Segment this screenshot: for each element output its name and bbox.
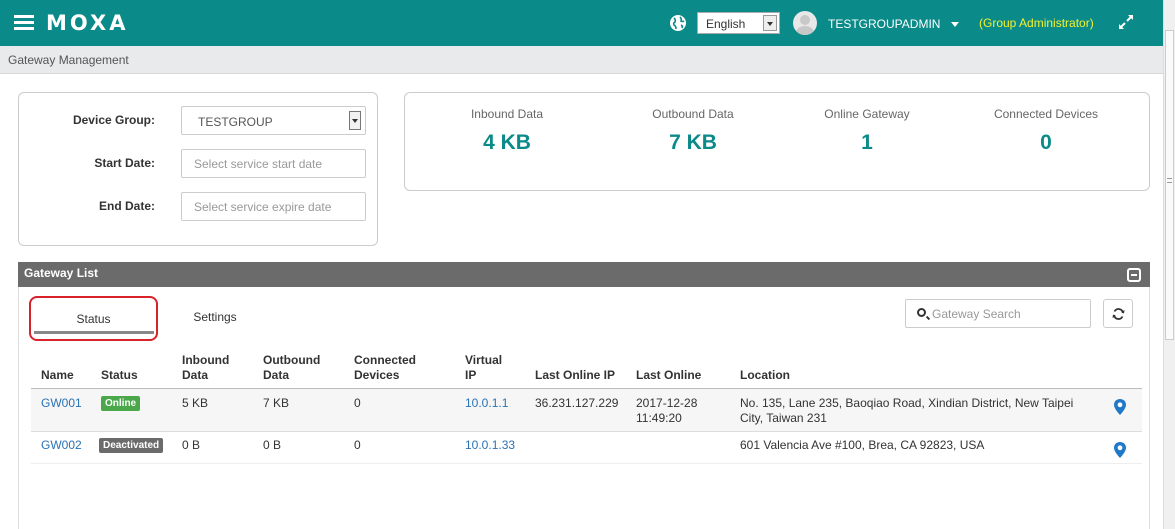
last-online-ip: 36.231.127.229 bbox=[535, 396, 619, 410]
outbound-data: 0 B bbox=[263, 438, 282, 452]
map-pin-icon[interactable] bbox=[1113, 398, 1127, 416]
connected-devices: 0 bbox=[354, 396, 361, 410]
stat-value: 0 bbox=[1040, 131, 1052, 154]
column-header-inbound[interactable]: Inbound Data bbox=[182, 353, 229, 383]
end-date-label: End Date: bbox=[98, 199, 155, 213]
stats-card: Inbound Data 4 KB Outbound Data 7 KB Onl… bbox=[404, 92, 1150, 191]
stat-value: 4 KB bbox=[483, 131, 531, 154]
user-role: (Group Administrator) bbox=[979, 16, 1094, 30]
gateway-name-link[interactable]: GW001 bbox=[41, 396, 82, 411]
device-group-select[interactable]: TESTGROUP bbox=[181, 106, 366, 135]
stat-value: 7 KB bbox=[669, 131, 717, 154]
stat-label: Online Gateway bbox=[824, 107, 910, 121]
gateway-list-header: Gateway List bbox=[18, 262, 1150, 287]
column-header-virtual-ip[interactable]: Virtual IP bbox=[465, 353, 502, 383]
stat-connected-devices: Connected Devices 0 bbox=[953, 107, 1139, 155]
inbound-data: 0 B bbox=[182, 438, 201, 452]
virtual-ip-link[interactable]: 10.0.1.1 bbox=[465, 396, 508, 411]
column-header-location[interactable]: Location bbox=[740, 368, 790, 383]
app-root: MOXA English TESTGROUPADMIN (Group Admin… bbox=[0, 0, 1175, 529]
location-line1: 601 Valencia Ave #100, Brea, CA 92823, U… bbox=[740, 438, 985, 452]
tab-status[interactable]: Status bbox=[29, 296, 158, 341]
breadcrumb: Gateway Management bbox=[0, 46, 1163, 74]
search-icon bbox=[917, 308, 926, 317]
location-line2: City, Taiwan 231 bbox=[740, 411, 827, 425]
stat-outbound-data: Outbound Data 7 KB bbox=[600, 107, 786, 155]
refresh-button[interactable] bbox=[1103, 299, 1133, 328]
scrollbar-thumb[interactable] bbox=[1165, 30, 1174, 340]
start-date-label: Start Date: bbox=[94, 156, 155, 170]
last-online-date: 2017-12-28 bbox=[636, 396, 698, 410]
top-bar: MOXA English TESTGROUPADMIN (Group Admin… bbox=[0, 0, 1163, 46]
inbound-data: 5 KB bbox=[182, 396, 209, 410]
device-group-label: Device Group: bbox=[72, 113, 155, 127]
moxa-logo: MOXA bbox=[46, 11, 129, 35]
chevron-down-icon bbox=[763, 15, 777, 31]
gateway-search-input[interactable] bbox=[932, 305, 1082, 323]
stat-label: Connected Devices bbox=[993, 107, 1099, 121]
menu-icon[interactable] bbox=[14, 15, 34, 30]
column-header-name[interactable]: Name bbox=[41, 353, 74, 383]
end-date-input[interactable] bbox=[181, 192, 366, 221]
scrollbar-grip bbox=[1167, 178, 1172, 183]
tab-status-label: Status bbox=[76, 312, 111, 326]
map-pin-icon[interactable] bbox=[1113, 441, 1127, 459]
active-tab-indicator bbox=[34, 331, 154, 334]
location-line1: No. 135, Lane 235, Baoqiao Road, Xindian… bbox=[740, 396, 1074, 410]
stat-label: Outbound Data bbox=[652, 107, 734, 121]
start-date-input[interactable] bbox=[181, 149, 366, 178]
scrollbar[interactable] bbox=[1163, 0, 1175, 529]
stat-online-gateway: Online Gateway 1 bbox=[774, 107, 960, 155]
device-group-value: TESTGROUP bbox=[198, 115, 273, 129]
column-header-devices[interactable]: Connected Devices bbox=[354, 353, 416, 383]
refresh-icon bbox=[1112, 308, 1125, 320]
expand-icon[interactable] bbox=[1117, 13, 1135, 31]
language-select[interactable]: English bbox=[697, 12, 780, 34]
chevron-down-icon bbox=[349, 111, 361, 130]
gateway-search[interactable] bbox=[905, 299, 1091, 328]
filter-card: Device Group: TESTGROUP Start Date: End … bbox=[18, 92, 378, 246]
status-badge: Online bbox=[101, 396, 141, 411]
stat-label: Inbound Data bbox=[470, 107, 544, 121]
stat-value: 1 bbox=[861, 131, 873, 154]
caret-down-icon[interactable] bbox=[951, 22, 959, 27]
virtual-ip-link[interactable]: 10.0.1.33 bbox=[465, 438, 515, 453]
panel-title: Gateway List bbox=[24, 266, 99, 280]
breadcrumb-label: Gateway Management bbox=[8, 53, 129, 67]
column-header-outbound[interactable]: Outbound Data bbox=[263, 353, 320, 383]
gateway-name-link[interactable]: GW002 bbox=[41, 438, 82, 453]
status-badge: Deactivated bbox=[99, 438, 164, 453]
collapse-icon[interactable] bbox=[1127, 268, 1141, 282]
tab-settings[interactable]: Settings bbox=[175, 310, 255, 324]
column-header-last-ip[interactable]: Last Online IP bbox=[535, 368, 615, 383]
stat-inbound-data: Inbound Data 4 KB bbox=[414, 107, 600, 155]
column-header-last-online[interactable]: Last Online bbox=[636, 368, 701, 383]
last-online-time: 11:49:20 bbox=[636, 411, 682, 425]
avatar[interactable] bbox=[793, 11, 817, 35]
user-menu[interactable]: TESTGROUPADMIN bbox=[828, 17, 940, 31]
connected-devices: 0 bbox=[354, 438, 361, 452]
outbound-data: 7 KB bbox=[263, 396, 290, 410]
globe-icon bbox=[670, 15, 686, 31]
column-header-status[interactable]: Status bbox=[101, 353, 138, 383]
language-value: English bbox=[706, 17, 746, 31]
